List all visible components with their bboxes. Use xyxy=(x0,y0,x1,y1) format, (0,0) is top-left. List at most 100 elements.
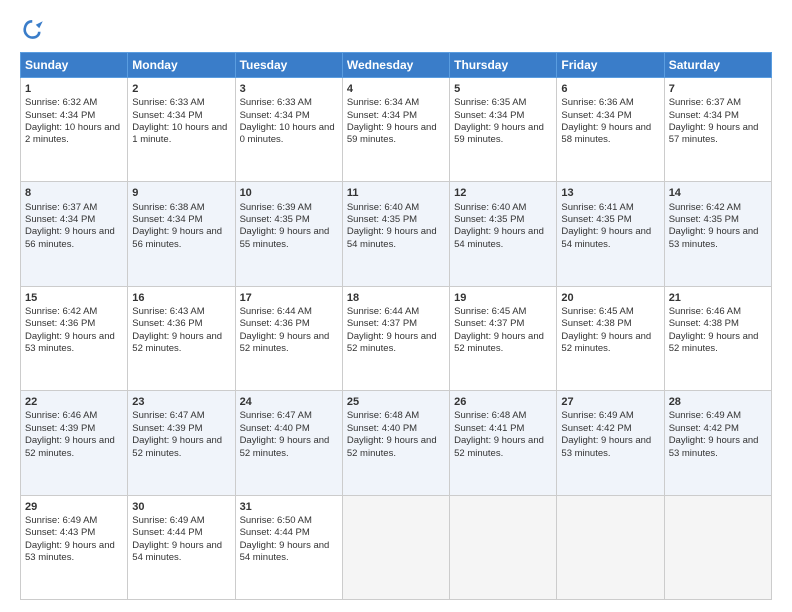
day-number: 27 xyxy=(561,395,659,409)
sunrise: Sunrise: 6:47 AM xyxy=(240,410,312,421)
daylight: Daylight: 9 hours and 53 minutes. xyxy=(25,331,115,354)
sunset: Sunset: 4:40 PM xyxy=(347,423,417,434)
sunset: Sunset: 4:39 PM xyxy=(132,423,202,434)
sunrise: Sunrise: 6:35 AM xyxy=(454,97,526,108)
sunrise: Sunrise: 6:43 AM xyxy=(132,306,204,317)
sunset: Sunset: 4:34 PM xyxy=(132,214,202,225)
sunrise: Sunrise: 6:32 AM xyxy=(25,97,97,108)
col-header-friday: Friday xyxy=(557,53,664,78)
daylight: Daylight: 9 hours and 52 minutes. xyxy=(669,331,759,354)
calendar-cell: 7Sunrise: 6:37 AM Sunset: 4:34 PMDaylight… xyxy=(664,78,771,182)
day-number: 10 xyxy=(240,186,338,200)
calendar-cell: 10Sunrise: 6:39 AMSunset: 4:35 PMDayligh… xyxy=(235,182,342,286)
sunset: Sunset: 4:34 PM xyxy=(669,110,739,121)
sunset: Sunset: 4:42 PM xyxy=(561,423,631,434)
day-number: 21 xyxy=(669,291,767,305)
sunrise: Sunrise: 6:49 AM xyxy=(561,410,633,421)
sunrise: Sunrise: 6:33 AM xyxy=(132,97,204,108)
calendar-cell: 27Sunrise: 6:49 AM Sunset: 4:42 PMDayligh… xyxy=(557,391,664,495)
sunrise: Sunrise: 6:37 AM xyxy=(25,202,97,213)
calendar-cell: 21Sunrise: 6:46 AMSunset: 4:38 PMDayligh… xyxy=(664,286,771,390)
daylight: Daylight: 9 hours and 59 minutes. xyxy=(454,122,544,145)
sunset: Sunset: 4:35 PM xyxy=(240,214,310,225)
daylight: Daylight: 9 hours and 54 minutes. xyxy=(240,540,330,563)
daylight: Daylight: 9 hours and 56 minutes. xyxy=(132,226,222,249)
daylight: Daylight: 9 hours and 57 minutes. xyxy=(669,122,759,145)
sunrise: Sunrise: 6:50 AM xyxy=(240,515,312,526)
calendar-cell: 26Sunrise: 6:48 AMSunset: 4:41 PMDayligh… xyxy=(450,391,557,495)
calendar-cell: 18Sunrise: 6:44 AMSunset: 4:37 PMDayligh… xyxy=(342,286,449,390)
day-number: 17 xyxy=(240,291,338,305)
calendar-cell: 4Sunrise: 6:34 AMSunset: 4:34 PMDaylight… xyxy=(342,78,449,182)
sunrise: Sunrise: 6:46 AM xyxy=(25,410,97,421)
daylight: Daylight: 9 hours and 52 minutes. xyxy=(240,331,330,354)
day-number: 4 xyxy=(347,82,445,96)
sunset: Sunset: 4:36 PM xyxy=(25,318,95,329)
calendar-cell: 14Sunrise: 6:42 AMSunset: 4:35 PMDayligh… xyxy=(664,182,771,286)
sunset: Sunset: 4:37 PM xyxy=(454,318,524,329)
day-number: 1 xyxy=(25,82,123,96)
day-number: 28 xyxy=(669,395,767,409)
sunrise: Sunrise: 6:40 AM xyxy=(347,202,419,213)
daylight: Daylight: 9 hours and 54 minutes. xyxy=(561,226,651,249)
calendar-cell: 22Sunrise: 6:46 AMSunset: 4:39 PMDayligh… xyxy=(21,391,128,495)
daylight: Daylight: 9 hours and 53 minutes. xyxy=(561,435,651,458)
day-number: 31 xyxy=(240,500,338,514)
sunset: Sunset: 4:41 PM xyxy=(454,423,524,434)
day-number: 8 xyxy=(25,186,123,200)
sunset: Sunset: 4:34 PM xyxy=(240,110,310,121)
day-number: 30 xyxy=(132,500,230,514)
day-number: 7 xyxy=(669,82,767,96)
day-number: 12 xyxy=(454,186,552,200)
day-number: 15 xyxy=(25,291,123,305)
sunrise: Sunrise: 6:46 AM xyxy=(669,306,741,317)
calendar-cell: 30Sunrise: 6:49 AMSunset: 4:44 PMDayligh… xyxy=(128,495,235,599)
sunrise: Sunrise: 6:37 AM xyxy=(669,97,741,108)
sunset: Sunset: 4:44 PM xyxy=(240,527,310,538)
day-number: 5 xyxy=(454,82,552,96)
sunrise: Sunrise: 6:33 AM xyxy=(240,97,312,108)
sunrise: Sunrise: 6:48 AM xyxy=(454,410,526,421)
daylight: Daylight: 10 hours and 1 minute. xyxy=(132,122,227,145)
sunset: Sunset: 4:34 PM xyxy=(561,110,631,121)
calendar-cell: 12Sunrise: 6:40 AMSunset: 4:35 PMDayligh… xyxy=(450,182,557,286)
daylight: Daylight: 9 hours and 52 minutes. xyxy=(454,435,544,458)
sunset: Sunset: 4:39 PM xyxy=(25,423,95,434)
sunset: Sunset: 4:34 PM xyxy=(132,110,202,121)
sunrise: Sunrise: 6:42 AM xyxy=(669,202,741,213)
calendar-cell: 11Sunrise: 6:40 AMSunset: 4:35 PMDayligh… xyxy=(342,182,449,286)
daylight: Daylight: 9 hours and 52 minutes. xyxy=(25,435,115,458)
calendar-cell: 8Sunrise: 6:37 AMSunset: 4:34 PMDaylight… xyxy=(21,182,128,286)
calendar-cell: 9 Sunrise: 6:38 AMSunset: 4:34 PMDaylight… xyxy=(128,182,235,286)
sunset: Sunset: 4:44 PM xyxy=(132,527,202,538)
sunrise: Sunrise: 6:38 AM xyxy=(132,202,204,213)
sunset: Sunset: 4:35 PM xyxy=(669,214,739,225)
sunrise: Sunrise: 6:49 AM xyxy=(25,515,97,526)
day-number: 24 xyxy=(240,395,338,409)
daylight: Daylight: 9 hours and 59 minutes. xyxy=(347,122,437,145)
calendar-cell: 3Sunrise: 6:33 AM Sunset: 4:34 PMDaylight… xyxy=(235,78,342,182)
sunset: Sunset: 4:35 PM xyxy=(454,214,524,225)
calendar-cell: 6Sunrise: 6:36 AMSunset: 4:34 PMDaylight… xyxy=(557,78,664,182)
calendar-cell xyxy=(664,495,771,599)
daylight: Daylight: 9 hours and 52 minutes. xyxy=(347,435,437,458)
day-number: 14 xyxy=(669,186,767,200)
daylight: Daylight: 9 hours and 52 minutes. xyxy=(240,435,330,458)
daylight: Daylight: 9 hours and 54 minutes. xyxy=(347,226,437,249)
day-number: 3 xyxy=(240,82,338,96)
daylight: Daylight: 10 hours and 0 minutes. xyxy=(240,122,335,145)
page: SundayMondayTuesdayWednesdayThursdayFrid… xyxy=(0,0,792,612)
logo-icon xyxy=(20,16,48,44)
day-number: 29 xyxy=(25,500,123,514)
sunset: Sunset: 4:42 PM xyxy=(669,423,739,434)
sunset: Sunset: 4:35 PM xyxy=(347,214,417,225)
sunset: Sunset: 4:34 PM xyxy=(25,110,95,121)
calendar-cell xyxy=(342,495,449,599)
sunset: Sunset: 4:34 PM xyxy=(454,110,524,121)
day-number: 20 xyxy=(561,291,659,305)
sunrise: Sunrise: 6:40 AM xyxy=(454,202,526,213)
sunset: Sunset: 4:34 PM xyxy=(347,110,417,121)
col-header-tuesday: Tuesday xyxy=(235,53,342,78)
sunset: Sunset: 4:35 PM xyxy=(561,214,631,225)
day-number: 9 xyxy=(132,186,230,200)
